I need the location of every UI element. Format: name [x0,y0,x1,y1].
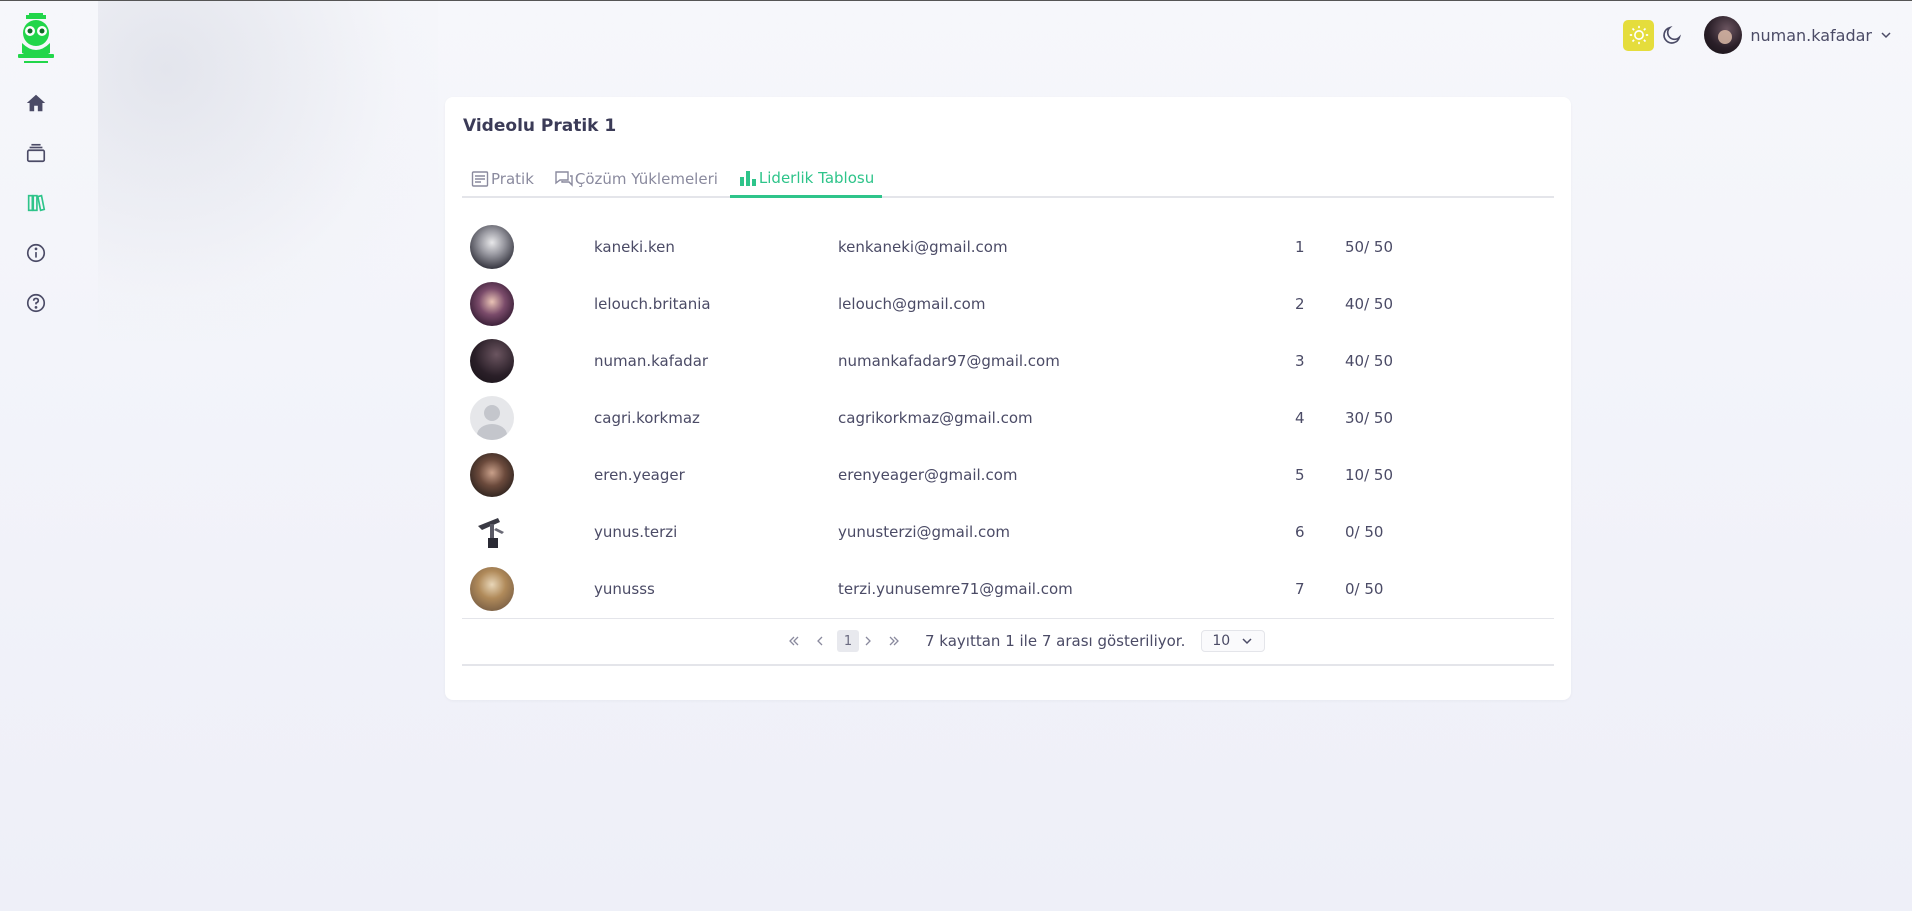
previous-page-button[interactable] [811,631,829,651]
chevron-down-icon [1881,32,1891,39]
table-row: cagri.korkmaz cagrikorkmaz@gmail.com 4 3… [462,389,1554,446]
sidebar-item-info[interactable] [16,233,56,273]
tab-leaderboard[interactable]: Liderlik Tablosu [729,160,883,198]
chevron-right-icon [865,636,871,646]
pagination-summary: 7 kayıttan 1 ile 7 arası gösteriliyor. [925,632,1186,650]
avatar [470,509,514,554]
username-cell: yunus.terzi [594,522,678,541]
table-row: kaneki.ken kenkaneki@gmail.com 1 50/ 50 [462,218,1554,275]
page-title: Videolu Pratik 1 [463,116,617,136]
pagination: 1 7 kayıttan 1 ile 7 arası gösteriliyor.… [785,630,1266,652]
tab-bar: Pratik Çözüm Yüklemeleri Liderlik Tablos… [462,160,1554,198]
document-icon [471,171,489,187]
email-cell: yunusterzi@gmail.com [838,522,1010,541]
double-chevron-right-icon [889,636,899,646]
tab-label: Pratik [491,170,534,188]
double-chevron-left-icon [789,636,799,646]
avatar [470,338,514,383]
avatar [1704,16,1743,54]
email-cell: terzi.yunusemre71@gmail.com [838,579,1073,598]
avatar [470,566,514,611]
header-actions: numan.kafadar [1623,15,1892,55]
light-theme-button[interactable] [1623,19,1655,51]
page-number-button[interactable]: 1 [837,630,859,652]
username-cell: numan.kafadar [594,351,709,370]
username-cell: kaneki.ken [594,237,675,256]
info-icon [26,243,46,263]
avatar [470,224,514,269]
email-cell: numankafadar97@gmail.com [838,351,1060,370]
rank-cell: 5 [1295,465,1305,484]
email-cell: cagrikorkmaz@gmail.com [838,408,1033,427]
table-row: numan.kafadar numankafadar97@gmail.com 3… [462,332,1554,389]
chat-icon [555,171,573,187]
divider [462,618,1554,619]
avatar [470,395,514,440]
table-row: yunus.terzi yunusterzi@gmail.com 6 0/ 50 [462,503,1554,560]
user-name: numan.kafadar [1750,25,1872,45]
practice-card: Videolu Pratik 1 Pratik Çözüm Yüklemeler… [445,97,1571,700]
divider [462,664,1554,666]
score-cell: 40/ 50 [1345,351,1393,370]
sidebar-item-courses[interactable] [16,133,56,173]
email-cell: kenkaneki@gmail.com [838,237,1008,256]
score-cell: 0/ 50 [1345,522,1384,541]
courses-icon [26,143,46,163]
score-cell: 30/ 50 [1345,408,1393,427]
tab-label: Çözüm Yüklemeleri [574,170,718,188]
rank-cell: 7 [1295,579,1305,598]
sidebar-item-home[interactable] [16,83,56,123]
app-logo[interactable] [14,13,58,65]
rank-cell: 6 [1295,522,1305,541]
sidebar [0,1,72,911]
sidebar-item-library[interactable] [16,183,56,223]
email-cell: erenyeager@gmail.com [838,465,1018,484]
tab-practice[interactable]: Pratik [462,160,542,198]
background-pattern [98,1,438,341]
chevron-down-icon [1242,638,1252,645]
rank-cell: 2 [1295,294,1305,313]
rank-cell: 4 [1295,408,1305,427]
avatar [470,281,514,326]
last-page-button[interactable] [885,631,903,651]
user-menu[interactable]: numan.kafadar [1704,16,1892,54]
moon-icon [1663,25,1682,44]
username-cell: eren.yeager [594,465,685,484]
home-icon [26,94,46,112]
next-page-button[interactable] [859,631,877,651]
rank-cell: 1 [1295,237,1305,256]
username-cell: yunusss [594,579,655,598]
email-cell: lelouch@gmail.com [838,294,986,313]
tab-solution-uploads[interactable]: Çözüm Yüklemeleri [546,160,726,198]
rank-cell: 3 [1295,351,1305,370]
score-cell: 10/ 50 [1345,465,1393,484]
library-icon [27,194,46,212]
bar-chart-icon [739,170,756,186]
first-page-button[interactable] [785,631,803,651]
page-size-value: 10 [1212,633,1231,649]
score-cell: 0/ 50 [1345,579,1384,598]
avatar [470,452,514,497]
help-icon [26,293,46,313]
username-cell: lelouch.britania [594,294,711,313]
leaderboard-table: kaneki.ken kenkaneki@gmail.com 1 50/ 50 … [462,218,1554,617]
table-row: lelouch.britania lelouch@gmail.com 2 40/… [462,275,1554,332]
chevron-left-icon [817,636,823,646]
sun-icon [1629,25,1648,45]
score-cell: 50/ 50 [1345,237,1393,256]
tab-label: Liderlik Tablosu [758,168,875,187]
score-cell: 40/ 50 [1345,294,1393,313]
dark-theme-button[interactable] [1658,20,1686,51]
username-cell: cagri.korkmaz [594,408,700,427]
page-size-select[interactable]: 10 [1201,630,1266,652]
sidebar-item-help[interactable] [16,283,56,323]
table-row: eren.yeager erenyeager@gmail.com 5 10/ 5… [462,446,1554,503]
table-row: yunusss terzi.yunusemre71@gmail.com 7 0/… [462,560,1554,617]
